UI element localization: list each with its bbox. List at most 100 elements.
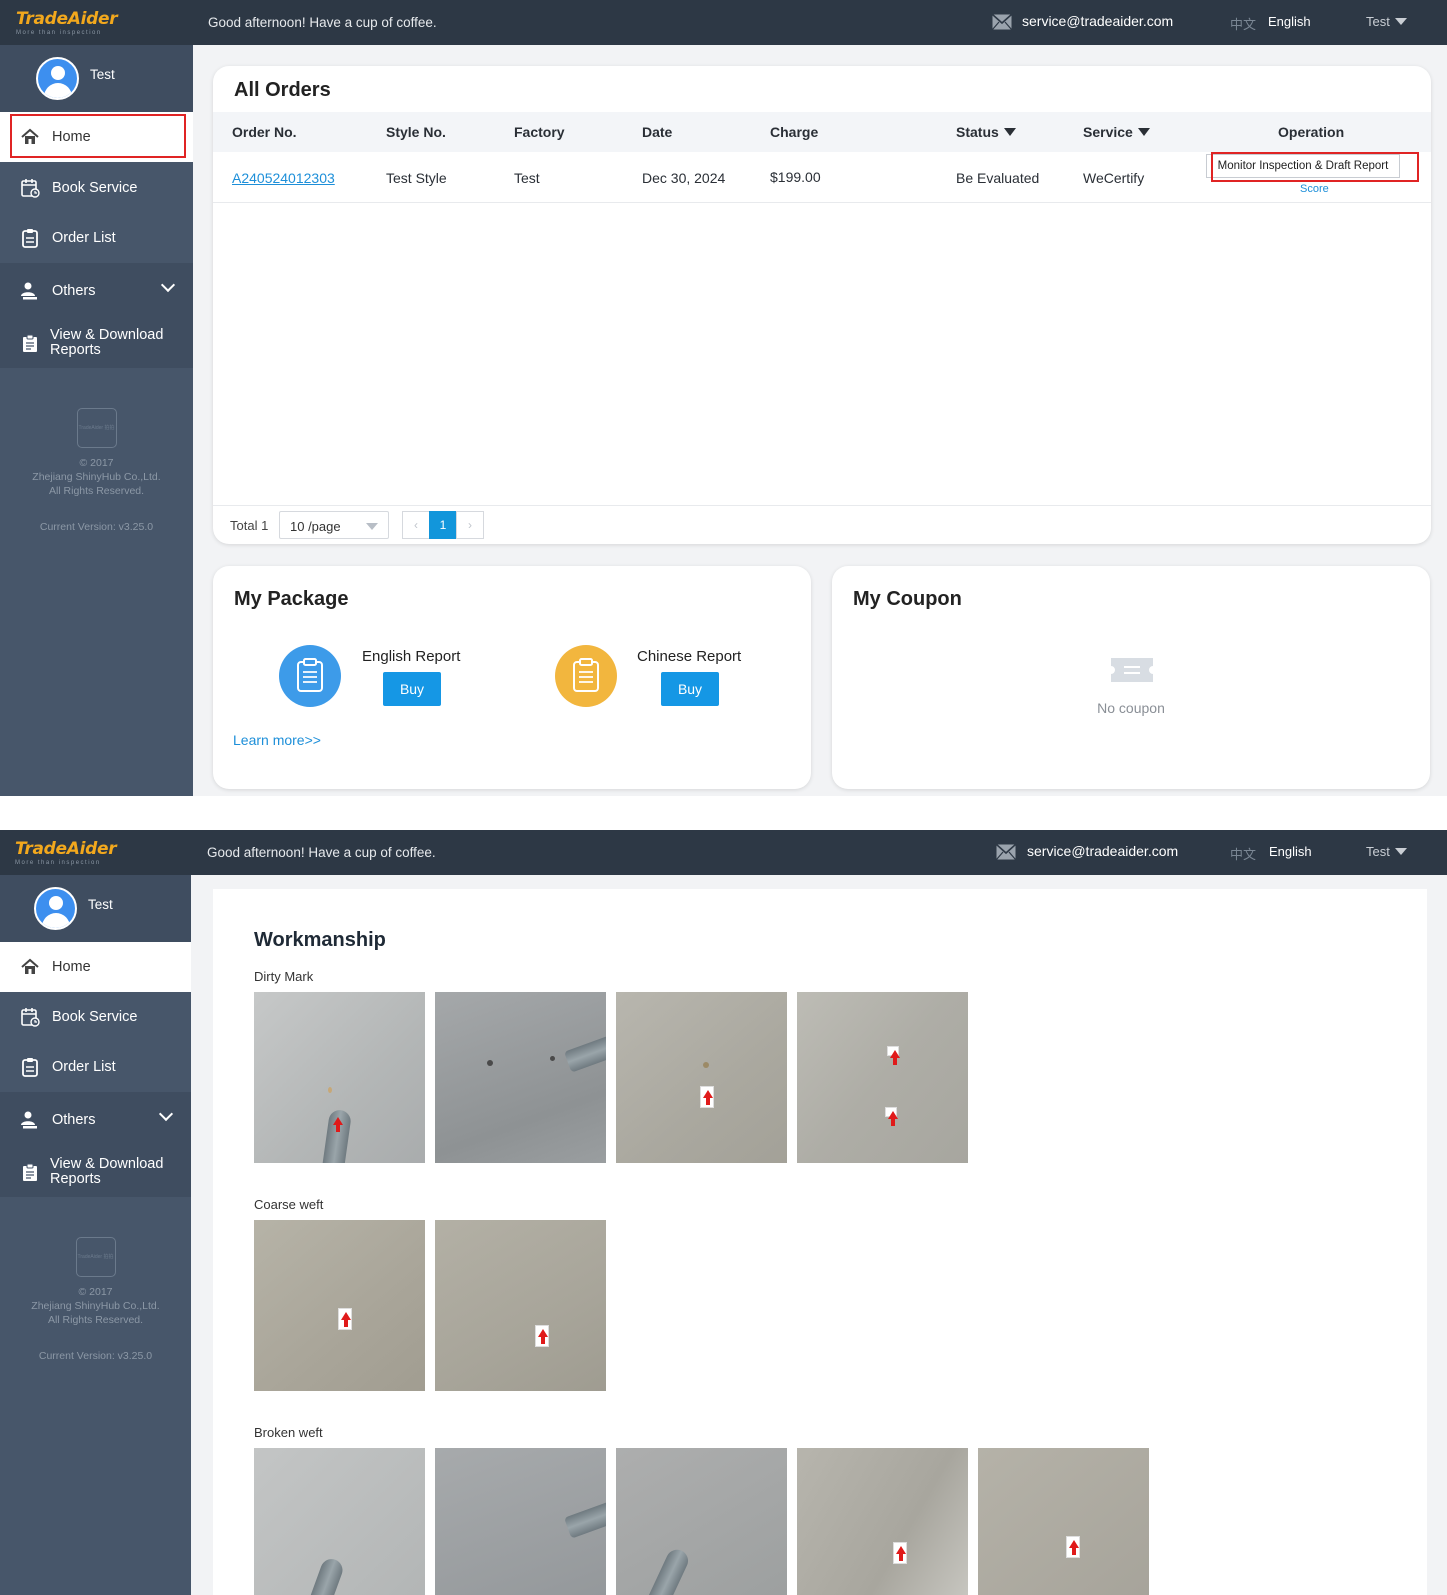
calendar-icon bbox=[21, 1008, 40, 1027]
profile[interactable]: Test bbox=[0, 875, 191, 942]
page-number-button[interactable]: 1 bbox=[429, 511, 457, 539]
buy-chinese-button[interactable]: Buy bbox=[661, 672, 719, 706]
tradeaider-logo[interactable]: TradeAider More than inspection bbox=[16, 9, 176, 41]
buy-english-button[interactable]: Buy bbox=[383, 672, 441, 706]
rights-text: All Rights Reserved. bbox=[48, 485, 145, 497]
profile[interactable]: Test bbox=[0, 45, 193, 112]
my-package-card: My Package English Report Buy Chinese Re… bbox=[213, 566, 811, 789]
defect-photo[interactable] bbox=[435, 1220, 606, 1391]
defect-photo[interactable] bbox=[616, 992, 787, 1163]
sidebar-item-label: View & Download Reports bbox=[50, 327, 164, 358]
top-bar: TradeAider More than inspection Good aft… bbox=[0, 0, 1447, 45]
caret-down-icon bbox=[1394, 848, 1407, 855]
copyright-year: © 2017 bbox=[78, 1286, 113, 1298]
top-bar: TradeAider More than inspection Good aft… bbox=[0, 830, 1447, 875]
card-title: My Package bbox=[234, 588, 349, 610]
sidebar-item-reports[interactable]: View & Download Reports bbox=[0, 318, 193, 368]
footer-logo: TradeAider 拍拍 bbox=[75, 1237, 116, 1277]
mail-icon bbox=[992, 14, 1012, 30]
sidebar-item-others[interactable]: Others bbox=[0, 1092, 191, 1147]
sidebar-item-home[interactable]: Home bbox=[0, 942, 191, 992]
coupon-icon bbox=[1111, 658, 1153, 682]
sidebar-item-order-list[interactable]: Order List bbox=[0, 1042, 191, 1092]
version-text: Current Version: v3.25.0 bbox=[38, 1350, 153, 1362]
defect-photo[interactable] bbox=[435, 992, 606, 1163]
red-arrow-icon bbox=[700, 1086, 714, 1108]
table-header: Order No. Style No. Factory Date Charge … bbox=[213, 112, 1431, 152]
lang-chinese[interactable]: 中文 bbox=[1230, 844, 1256, 863]
defect-spot bbox=[550, 1056, 555, 1061]
defect-photo[interactable] bbox=[254, 1220, 425, 1391]
column-header: Factory bbox=[514, 124, 565, 140]
defect-photo[interactable] bbox=[978, 1448, 1149, 1595]
caret-down-icon bbox=[1394, 18, 1407, 25]
status-cell: Be Evaluated bbox=[956, 170, 1040, 186]
greeting-text: Good afternoon! Have a cup of coffee. bbox=[207, 845, 436, 860]
defect-photo[interactable] bbox=[254, 1448, 425, 1595]
chinese-report-icon bbox=[555, 645, 617, 707]
defect-photo[interactable] bbox=[797, 1448, 968, 1595]
sidebar-item-label: View & Download Reports bbox=[50, 1156, 164, 1187]
column-header: Status bbox=[956, 124, 999, 140]
report-icon bbox=[23, 1163, 37, 1181]
support-email[interactable]: service@tradeaider.com bbox=[1022, 13, 1173, 29]
defect-label: Broken weft bbox=[254, 1425, 323, 1440]
style-cell: Test Style bbox=[386, 170, 447, 186]
logo-text: TradeAider bbox=[16, 9, 118, 29]
sidebar-item-reports[interactable]: View & Download Reports bbox=[0, 1147, 191, 1197]
report-icon bbox=[23, 334, 37, 352]
column-header: Order No. bbox=[232, 124, 297, 140]
sidebar-item-label: Others bbox=[52, 282, 96, 299]
sidebar-item-others[interactable]: Others bbox=[0, 263, 193, 318]
calendar-icon bbox=[21, 179, 40, 198]
learn-more-link[interactable]: Learn more>> bbox=[233, 732, 321, 748]
page-size-select[interactable]: 10 /page bbox=[279, 511, 389, 539]
pen-pointer bbox=[646, 1546, 692, 1595]
clipboard-icon bbox=[22, 1058, 38, 1077]
defect-label: Coarse weft bbox=[254, 1197, 324, 1212]
order-number-link[interactable]: A240524012303 bbox=[232, 170, 335, 186]
version-text: Current Version: v3.25.0 bbox=[39, 521, 154, 533]
home-icon bbox=[21, 958, 39, 974]
company-name: Zhejiang ShinyHub Co.,Ltd. bbox=[32, 471, 161, 483]
logo-tagline: More than inspection bbox=[16, 30, 102, 36]
defect-photo[interactable] bbox=[254, 992, 425, 1163]
lang-english[interactable]: English bbox=[1269, 844, 1312, 859]
sidebar-item-label: Home bbox=[52, 959, 91, 975]
user-menu[interactable]: Test bbox=[1366, 844, 1407, 859]
sidebar-footer: TradeAider 拍拍 © 2017 Zhejiang ShinyHub C… bbox=[0, 1237, 191, 1363]
highlight-box bbox=[10, 114, 186, 158]
sidebar-item-order-list[interactable]: Order List bbox=[0, 213, 193, 263]
my-coupon-card: My Coupon No coupon bbox=[832, 566, 1430, 789]
next-page-button[interactable]: › bbox=[456, 511, 484, 539]
clipboard-icon bbox=[573, 658, 599, 692]
caret-down-icon bbox=[1003, 128, 1016, 136]
greeting-text: Good afternoon! Have a cup of coffee. bbox=[208, 15, 437, 30]
clipboard-icon bbox=[297, 658, 323, 692]
defect-photo[interactable] bbox=[797, 992, 968, 1163]
lang-chinese[interactable]: 中文 bbox=[1230, 14, 1256, 33]
user-menu-label: Test bbox=[1366, 14, 1390, 29]
service-filter[interactable]: Service bbox=[1083, 124, 1150, 140]
sidebar-item-book-service[interactable]: Book Service bbox=[0, 992, 191, 1042]
tradeaider-logo[interactable]: TradeAider More than inspection bbox=[15, 839, 175, 871]
defect-photo[interactable] bbox=[616, 1448, 787, 1595]
users-icon bbox=[21, 1111, 37, 1128]
card-title: My Coupon bbox=[853, 588, 962, 610]
prev-page-button[interactable]: ‹ bbox=[402, 511, 430, 539]
defect-photo[interactable] bbox=[435, 1448, 606, 1595]
total-count: Total 1 bbox=[230, 518, 269, 533]
support-email[interactable]: service@tradeaider.com bbox=[1027, 843, 1178, 859]
sidebar-item-book-service[interactable]: Book Service bbox=[0, 163, 193, 213]
highlight-box bbox=[1211, 152, 1419, 182]
column-header: Service bbox=[1083, 124, 1133, 140]
chinese-report-label: Chinese Report bbox=[637, 648, 742, 665]
defect-spot bbox=[703, 1062, 709, 1068]
lang-english[interactable]: English bbox=[1268, 14, 1311, 29]
user-menu[interactable]: Test bbox=[1366, 14, 1407, 29]
score-link[interactable]: Score bbox=[1300, 183, 1329, 195]
all-orders-card: All Orders Order No. Style No. Factory D… bbox=[213, 66, 1431, 544]
pager-divider bbox=[213, 505, 1431, 506]
status-filter[interactable]: Status bbox=[956, 124, 1016, 140]
profile-name: Test bbox=[90, 67, 115, 82]
